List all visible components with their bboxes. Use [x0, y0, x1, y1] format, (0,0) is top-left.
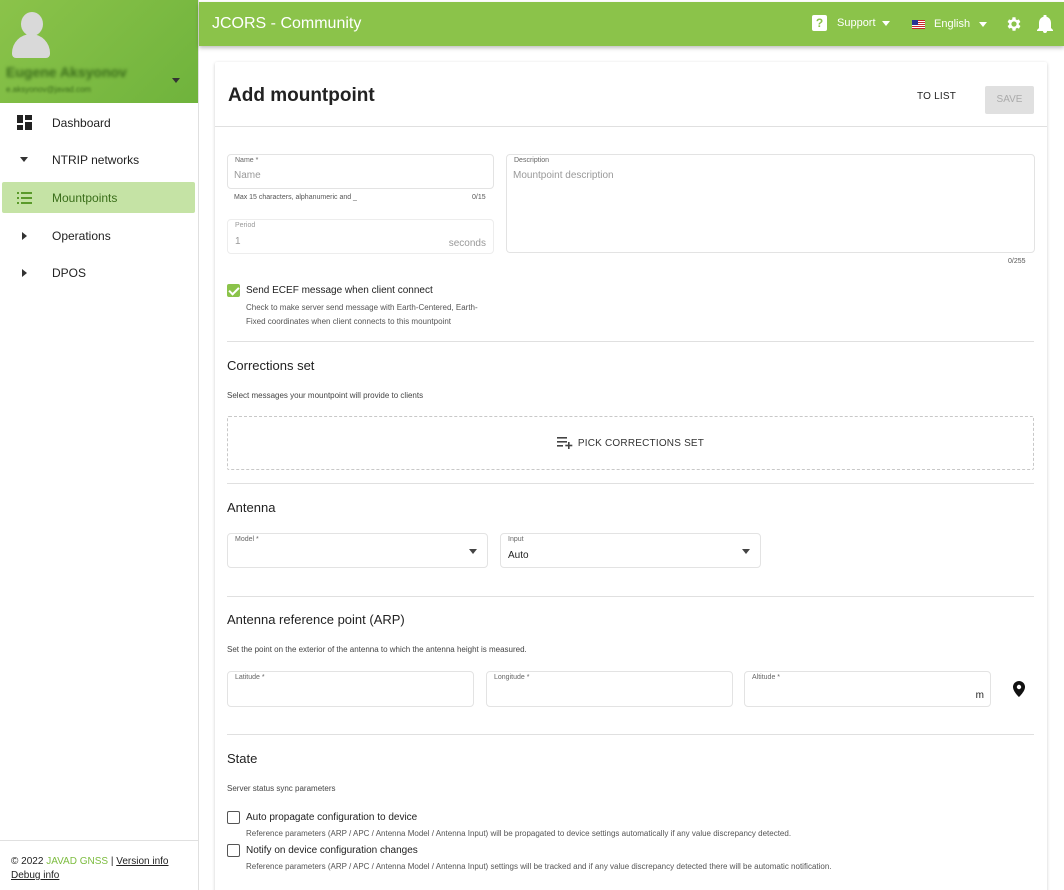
- antenna-input-value: Auto: [508, 550, 529, 561]
- user-name: Eugene Aksyonov: [6, 64, 127, 80]
- altitude-label: Altitude *: [751, 674, 782, 681]
- notify-changes-description: Reference parameters (ARP / APC / Antenn…: [246, 862, 832, 871]
- altitude-input[interactable]: Altitude * m: [744, 671, 991, 707]
- sidebar-item-mountpoints[interactable]: Mountpoints: [2, 182, 195, 213]
- app-header: JCORS - Community ? Support English: [199, 2, 1064, 46]
- sidebar-item-label: Mountpoints: [52, 190, 118, 205]
- auto-propagate-description: Reference parameters (ARP / APC / Antenn…: [246, 829, 792, 838]
- user-menu-caret-icon[interactable]: [172, 78, 180, 83]
- copyright-text: © 2022: [11, 856, 44, 867]
- chevron-down-icon: [979, 21, 988, 27]
- support-label: Support: [837, 17, 876, 29]
- footer-separator: |: [110, 856, 114, 867]
- pick-corrections-set-button[interactable]: PICK CORRECTIONS SET: [227, 416, 1034, 470]
- period-value: 1: [235, 236, 241, 247]
- ecef-description-line1: Check to make server send message with E…: [246, 303, 478, 312]
- app-title: JCORS - Community: [212, 15, 362, 32]
- sidebar-item-dpos[interactable]: DPOS: [2, 257, 195, 288]
- description-field-label: Description: [513, 157, 551, 164]
- antenna-input-select[interactable]: Input Auto: [500, 533, 761, 568]
- name-field-label: Name *: [234, 157, 260, 164]
- auto-propagate-checkbox[interactable]: [227, 811, 240, 824]
- pick-corrections-set-label: PICK CORRECTIONS SET: [577, 437, 705, 449]
- chevron-down-icon: [2, 157, 42, 162]
- sidebar-item-label: Dashboard: [52, 115, 111, 130]
- sidebar-item-ntrip-networks[interactable]: NTRIP networks: [2, 144, 195, 175]
- description-field[interactable]: Description Mountpoint description: [506, 154, 1035, 253]
- user-email: e.aksyonov@javad.com: [6, 85, 92, 94]
- name-placeholder: Name: [234, 170, 261, 181]
- chevron-down-icon: [881, 20, 890, 26]
- dashboard-icon: [2, 115, 42, 130]
- to-list-button[interactable]: TO LIST: [917, 91, 956, 102]
- list-icon: [2, 191, 42, 204]
- antenna-section-title: Antenna: [227, 500, 276, 515]
- antenna-input-label: Input: [507, 536, 525, 543]
- longitude-input[interactable]: Longitude *: [486, 671, 733, 707]
- period-field[interactable]: Period 1 seconds: [227, 219, 494, 254]
- support-menu-button[interactable]: ? Support: [812, 15, 890, 31]
- section-divider: [227, 596, 1034, 597]
- period-field-label: Period: [234, 222, 257, 229]
- notify-changes-checkbox[interactable]: [227, 844, 240, 857]
- period-unit: seconds: [448, 238, 486, 249]
- corrections-section-subtitle: Select messages your mountpoint will pro…: [227, 391, 424, 400]
- sidebar-footer: © 2022 JAVAD GNSS | Version info Debug i…: [0, 840, 199, 890]
- description-counter: 0/255: [1008, 258, 1026, 265]
- ecef-checkbox-label[interactable]: Send ECEF message when client connect: [246, 285, 433, 296]
- section-divider: [227, 734, 1034, 735]
- description-placeholder: Mountpoint description: [513, 170, 614, 181]
- name-hint: Max 15 characters, alphanumeric and _: [234, 194, 357, 201]
- language-label: English: [934, 18, 971, 30]
- state-section-title: State: [227, 751, 258, 766]
- save-button[interactable]: SAVE: [985, 86, 1034, 114]
- page-title: Add mountpoint: [228, 85, 375, 106]
- language-selector[interactable]: English: [912, 18, 988, 30]
- latitude-label: Latitude *: [234, 674, 266, 681]
- sidebar-item-label: DPOS: [52, 265, 87, 280]
- user-profile[interactable]: Eugene Aksyonov e.aksyonov@javad.com: [0, 0, 198, 103]
- brand-link[interactable]: JAVAD GNSS: [46, 856, 108, 867]
- arp-section-title: Antenna reference point (ARP): [227, 612, 405, 627]
- sidebar: Eugene Aksyonov e.aksyonov@javad.com Das…: [0, 0, 199, 890]
- location-pin-icon[interactable]: [1013, 681, 1025, 702]
- dropdown-arrow-icon: [469, 549, 477, 554]
- dropdown-arrow-icon: [742, 549, 750, 554]
- arp-section-subtitle: Set the point on the exterior of the ant…: [227, 645, 527, 654]
- notifications-bell-icon[interactable]: [1037, 14, 1053, 38]
- sidebar-item-label: NTRIP networks: [52, 152, 140, 167]
- latitude-input[interactable]: Latitude *: [227, 671, 474, 707]
- name-counter: 0/15: [472, 194, 486, 201]
- version-info-link[interactable]: Version info: [116, 856, 168, 867]
- help-icon: ?: [812, 15, 827, 31]
- section-divider: [227, 341, 1034, 342]
- header-divider: [215, 126, 1047, 127]
- longitude-label: Longitude *: [493, 674, 531, 681]
- add-mountpoint-card: Add mountpoint TO LIST SAVE Name * Name …: [215, 62, 1047, 890]
- avatar: [12, 10, 50, 60]
- state-section-subtitle: Server status sync parameters: [227, 784, 336, 793]
- corrections-section-title: Corrections set: [227, 358, 315, 373]
- section-divider: [227, 483, 1034, 484]
- sidebar-item-label: Operations: [52, 228, 111, 243]
- sidebar-item-dashboard[interactable]: Dashboard: [2, 107, 195, 138]
- settings-gear-icon[interactable]: [1005, 15, 1023, 38]
- chevron-right-icon: [2, 231, 42, 240]
- sidebar-item-operations[interactable]: Operations: [2, 220, 195, 251]
- debug-info-link[interactable]: Debug info: [11, 870, 59, 881]
- ecef-checkbox[interactable]: [227, 284, 240, 297]
- antenna-model-select[interactable]: Model *: [227, 533, 488, 568]
- antenna-model-label: Model *: [234, 536, 260, 543]
- name-field[interactable]: Name * Name: [227, 154, 494, 189]
- chevron-right-icon: [2, 268, 42, 277]
- playlist-add-icon: [556, 437, 573, 449]
- altitude-unit: m: [975, 690, 984, 701]
- ecef-description-line2: Fixed coordinates when client connects t…: [246, 317, 452, 326]
- us-flag-icon: [912, 19, 925, 29]
- notify-changes-label[interactable]: Notify on device configuration changes: [246, 845, 418, 856]
- auto-propagate-label[interactable]: Auto propagate configuration to device: [246, 812, 417, 823]
